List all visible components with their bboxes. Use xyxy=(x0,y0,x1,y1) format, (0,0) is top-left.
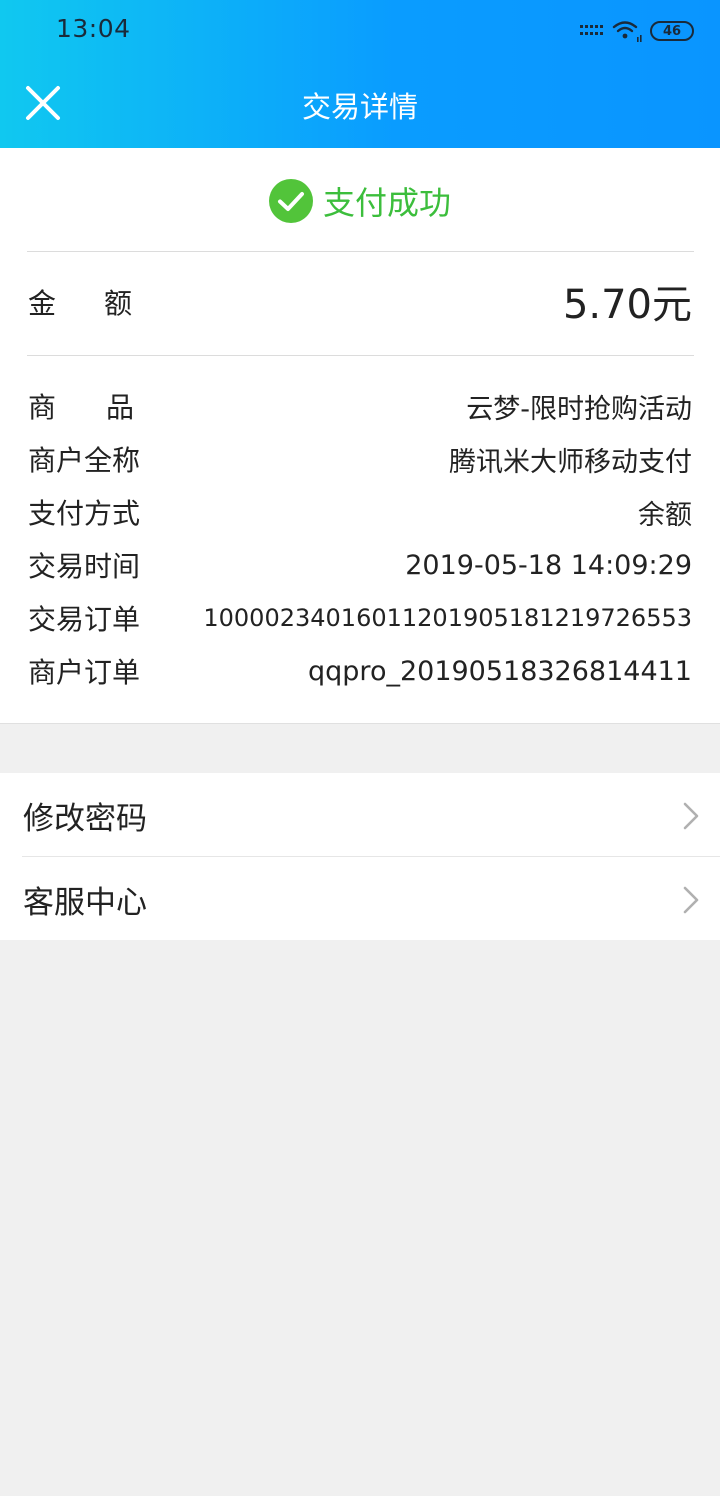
detail-row-product: 商品 云梦-限时抢购活动 xyxy=(28,386,692,426)
nav-bar: 交易详情 xyxy=(0,64,720,148)
status-icons: 46 xyxy=(580,18,694,44)
header: 13:04 46 交易详情 xyxy=(0,0,720,148)
divider xyxy=(27,355,694,356)
detail-row-transaction-id: 交易订单 100002340160112019051812197265​53 xyxy=(28,598,692,638)
detail-value: 100002340160112019051812197265​53 xyxy=(203,604,692,632)
status-time: 13:04 xyxy=(56,14,131,43)
check-circle-icon xyxy=(268,179,313,223)
detail-label: 交易订单 xyxy=(28,603,141,636)
detail-value: 腾讯米大师移动支付 xyxy=(449,446,692,478)
wifi-icon xyxy=(612,19,642,43)
detail-row-merchant-order: 商户订单 qqpro_20190518326814411 xyxy=(28,651,692,691)
signal-icon xyxy=(580,24,604,38)
detail-value: qqpro_20190518326814411 xyxy=(308,655,692,687)
transaction-card: 支付成功 金额 5.70元 商品 云梦-限时抢购活动 商户全称 腾讯米大师移动支… xyxy=(0,148,720,724)
menu-item-label: 修改密码 xyxy=(23,801,147,837)
amount-label: 金额 xyxy=(28,287,181,320)
chevron-right-icon xyxy=(683,802,699,830)
payment-status-text: 支付成功 xyxy=(322,184,451,222)
detail-row-merchant: 商户全称 腾讯米大师移动支付 xyxy=(28,439,692,479)
status-bar: 13:04 46 xyxy=(0,0,720,64)
detail-row-time: 交易时间 2019-05-18 14:09:29 xyxy=(28,545,692,585)
detail-label: 商户订单 xyxy=(28,656,141,689)
page-title: 交易详情 xyxy=(301,90,418,124)
detail-label: 支付方式 xyxy=(28,497,141,530)
detail-label: 商品 xyxy=(28,391,185,424)
customer-service-item[interactable]: 客服中心 xyxy=(0,857,720,940)
divider xyxy=(27,251,694,252)
change-password-item[interactable]: 修改密码 xyxy=(0,773,720,857)
detail-value: 云梦-限时抢购活动 xyxy=(466,393,692,425)
battery-icon: 46 xyxy=(650,21,694,41)
detail-row-payment-method: 支付方式 余额 xyxy=(28,492,692,532)
amount-value: 5.70元 xyxy=(562,282,692,328)
detail-label: 商户全称 xyxy=(28,444,141,477)
detail-label: 交易时间 xyxy=(28,550,141,583)
payment-status: 支付成功 xyxy=(0,178,720,224)
menu-list: 修改密码 客服中心 xyxy=(0,773,720,940)
detail-value: 余额 xyxy=(638,499,692,531)
chevron-right-icon xyxy=(683,886,699,914)
menu-item-label: 客服中心 xyxy=(23,885,147,921)
detail-value: 2019-05-18 14:09:29 xyxy=(405,549,692,581)
